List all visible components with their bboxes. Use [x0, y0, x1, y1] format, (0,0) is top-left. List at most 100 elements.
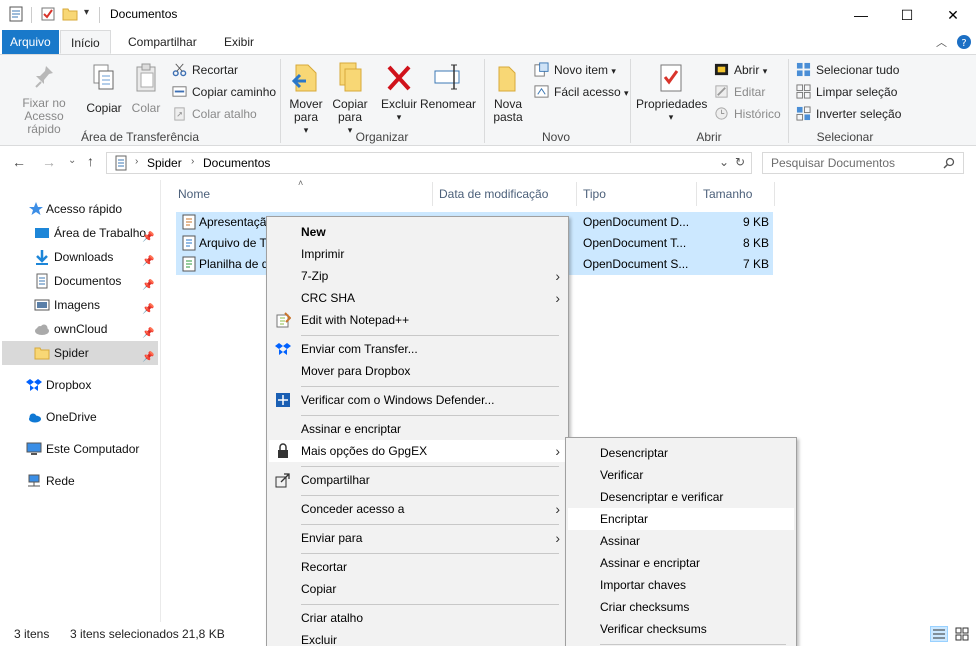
column-divider[interactable] — [696, 182, 697, 206]
breadcrumb-spider[interactable]: Spider — [147, 156, 182, 170]
easy-access-button[interactable]: Fácil acesso ▾ — [534, 82, 629, 102]
help-icon[interactable]: ? — [956, 34, 972, 50]
submenu-item-create-checksums[interactable]: Criar checksums — [568, 596, 794, 618]
nav-item-documents[interactable]: Documentos 📌 — [34, 269, 158, 293]
images-icon — [34, 299, 50, 311]
new-folder-icon[interactable] — [62, 6, 78, 22]
rename-button[interactable]: Renomear — [420, 61, 476, 111]
select-all-button[interactable]: Selecionar tudo — [796, 60, 899, 80]
address-bar[interactable]: › Spider › Documentos ⌄ ↻ — [106, 152, 752, 174]
pin-icon: 📌 — [142, 352, 155, 363]
column-header-date[interactable]: Data de modificação — [439, 184, 548, 204]
breadcrumb-chevron-icon[interactable]: › — [191, 156, 194, 167]
submenu-item-sign-encrypt[interactable]: Assinar e encriptar — [568, 552, 794, 574]
nav-item-desktop[interactable]: Área de Trabalho 📌 — [34, 221, 158, 245]
cut-label: Recortar — [192, 63, 239, 77]
nav-item-images[interactable]: Imagens 📌 — [34, 293, 158, 317]
nav-label: Dropbox — [46, 378, 92, 392]
large-icons-view-icon[interactable] — [954, 626, 970, 642]
submenu-item-encrypt[interactable]: Encriptar — [568, 508, 794, 530]
copy-button[interactable]: Copiar — [84, 63, 124, 115]
group-label-clipboard: Área de Transferência — [80, 130, 200, 144]
nav-item-this-pc[interactable]: Este Computador — [26, 437, 158, 461]
nav-item-network[interactable]: Rede — [26, 469, 156, 493]
new-item-button[interactable]: Novo item ▾ — [534, 60, 616, 80]
new-folder-button[interactable]: Nova pasta — [490, 61, 526, 124]
refresh-icon[interactable]: ↻ — [735, 155, 745, 169]
menu-item-create-shortcut[interactable]: Criar atalho — [269, 607, 566, 629]
menu-item-new[interactable]: New — [269, 221, 566, 243]
menu-item-print[interactable]: Imprimir — [269, 243, 566, 265]
menu-item-crc-sha[interactable]: CRC SHA › — [269, 287, 566, 309]
invert-selection-button[interactable]: Inverter seleção — [796, 104, 901, 124]
menu-item-share[interactable]: Compartilhar — [269, 469, 566, 491]
menu-item-give-access[interactable]: Conceder acesso a › — [269, 498, 566, 520]
checkmark-icon[interactable] — [40, 6, 56, 22]
column-header-name[interactable]: Nome — [178, 184, 210, 204]
tab-view[interactable]: Exibir — [214, 30, 264, 54]
menu-item-notepad-plus-plus[interactable]: Edit with Notepad++ — [269, 309, 566, 331]
submenu-item-decrypt[interactable]: Desencriptar — [568, 442, 794, 464]
cut-button[interactable]: Recortar — [172, 60, 238, 80]
minimize-button[interactable]: — — [838, 0, 884, 30]
up-arrow-icon[interactable]: ↑ — [87, 153, 94, 169]
properties-icon[interactable] — [8, 6, 24, 22]
paste-button[interactable]: Colar — [128, 63, 164, 115]
submenu-item-sign[interactable]: Assinar — [568, 530, 794, 552]
column-header-size[interactable]: Tamanho — [703, 184, 752, 204]
paste-shortcut-icon — [174, 107, 185, 121]
tab-file[interactable]: Arquivo — [2, 30, 59, 54]
collapse-ribbon-icon[interactable]: ︿ — [936, 34, 947, 50]
copy-to-button[interactable]: Copiar para ▾ — [328, 61, 372, 137]
menu-item-7zip[interactable]: 7-Zip › — [269, 265, 566, 287]
menu-item-sign-encrypt[interactable]: Assinar e encriptar — [269, 418, 566, 440]
menu-item-windows-defender[interactable]: Verificar com o Windows Defender... — [269, 389, 566, 411]
nav-item-downloads[interactable]: Downloads 📌 — [34, 245, 158, 269]
breadcrumb-documentos[interactable]: Documentos — [203, 156, 270, 170]
tab-home[interactable]: Início — [60, 30, 111, 54]
recent-locations-icon[interactable]: ⌄ — [68, 155, 76, 166]
maximize-button[interactable]: ☐ — [884, 0, 930, 30]
nav-item-quick-access[interactable]: Acesso rápido — [28, 197, 158, 221]
column-divider[interactable] — [576, 182, 577, 206]
column-header-type[interactable]: Tipo — [583, 184, 606, 204]
menu-item-send-with-transfer[interactable]: Enviar com Transfer... — [269, 338, 566, 360]
nav-item-owncloud[interactable]: ownCloud 📌 — [34, 317, 158, 341]
selected-count: 3 itens selecionados — [70, 627, 179, 641]
nav-item-onedrive[interactable]: OneDrive — [26, 405, 156, 429]
move-to-button[interactable]: Mover para ▾ — [286, 61, 326, 137]
open-button[interactable]: Abrir ▾ — [714, 60, 767, 80]
nav-item-spider[interactable]: Spider 📌 — [2, 341, 158, 365]
properties-button[interactable]: Propriedades ▾ — [636, 61, 707, 124]
column-divider[interactable] — [774, 182, 775, 206]
tab-share[interactable]: Compartilhar — [118, 30, 207, 54]
submenu-item-decrypt-verify[interactable]: Desencriptar e verificar — [568, 486, 794, 508]
search-input[interactable]: Pesquisar Documentos — [762, 152, 964, 174]
pin-quick-access-button[interactable]: Fixar no Acesso rápido — [6, 63, 82, 136]
address-dropdown-icon[interactable]: ⌄ — [719, 155, 729, 169]
forward-arrow-icon[interactable]: → — [42, 154, 56, 170]
customize-toolbar-arrow-icon[interactable]: ▾ — [84, 7, 89, 18]
submenu-item-verify-checksums[interactable]: Verificar checksums — [568, 618, 794, 640]
menu-item-copy[interactable]: Copiar — [269, 578, 566, 600]
copy-path-button[interactable]: Copiar caminho — [172, 82, 276, 102]
back-arrow-icon[interactable]: ← — [12, 154, 26, 170]
close-button[interactable]: ✕ — [930, 0, 976, 30]
menu-item-move-to-dropbox[interactable]: Mover para Dropbox — [269, 360, 566, 382]
submenu-item-verify[interactable]: Verificar — [568, 464, 794, 486]
delete-button[interactable]: Excluir ▾ — [380, 61, 418, 124]
paste-shortcut-button[interactable]: Colar atalho — [172, 104, 257, 124]
menu-item-cut[interactable]: Recortar — [269, 556, 566, 578]
history-button[interactable]: Histórico — [714, 104, 781, 124]
submenu-item-import-keys[interactable]: Importar chaves — [568, 574, 794, 596]
edit-button[interactable]: Editar — [714, 82, 765, 102]
menu-item-send-to[interactable]: Enviar para › — [269, 527, 566, 549]
breadcrumb-chevron-icon[interactable]: › — [135, 156, 138, 167]
menu-item-gpgex-options[interactable]: Mais opções do GpgEX › — [269, 440, 566, 462]
select-all-label: Selecionar tudo — [816, 63, 900, 77]
column-divider[interactable] — [432, 182, 433, 206]
details-view-icon[interactable] — [930, 626, 948, 642]
select-none-button[interactable]: Limpar seleção — [796, 82, 897, 102]
menu-item-delete[interactable]: Excluir — [269, 629, 566, 646]
nav-item-dropbox[interactable]: Dropbox — [26, 373, 156, 397]
